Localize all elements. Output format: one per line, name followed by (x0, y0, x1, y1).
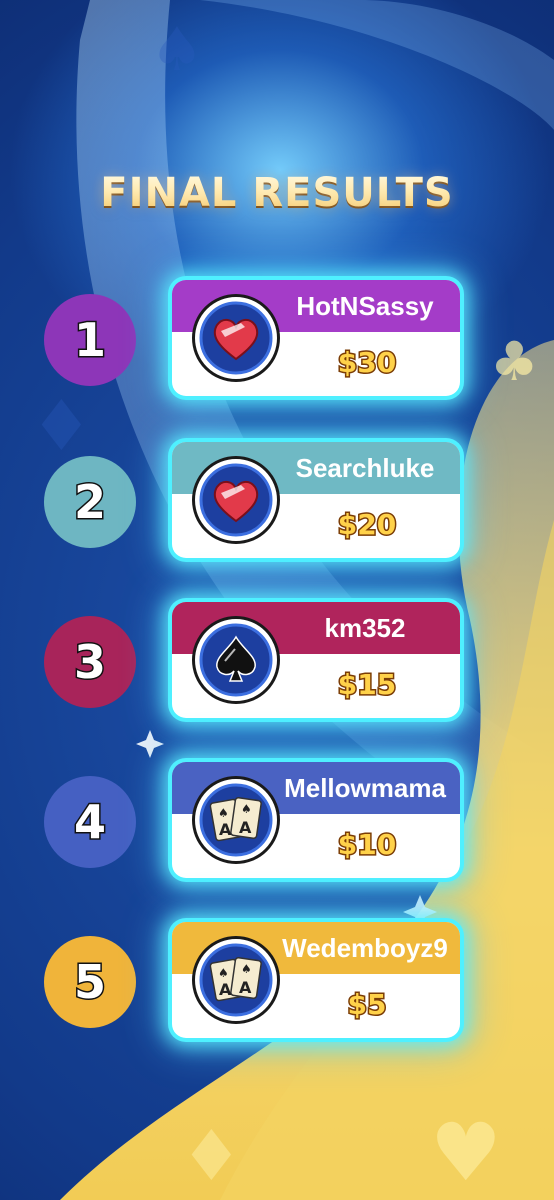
svg-text:♠: ♠ (150, 15, 204, 85)
heart-icon (199, 463, 273, 537)
heart-icon (199, 301, 273, 375)
prize-amount: $5 (346, 987, 388, 1023)
prize-amount: $10 (336, 827, 397, 863)
svg-text:A: A (239, 818, 252, 837)
svg-text:♠: ♠ (241, 962, 252, 976)
player-avatar: A A ♠ ♠ (192, 936, 280, 1024)
svg-text:A: A (239, 978, 252, 997)
player-name: HotNSassy (296, 291, 434, 321)
svg-text:♠: ♠ (241, 802, 252, 816)
result-card: km352 $15 (172, 602, 460, 718)
prize-amount: $15 (336, 667, 397, 703)
page-title: FINAL RESULTS (0, 170, 554, 216)
aces-cards-icon: A A ♠ ♠ (199, 943, 273, 1017)
svg-text:A: A (219, 820, 232, 839)
player-name: Mellowmama (284, 773, 446, 803)
svg-text:♦: ♦ (180, 1115, 243, 1197)
player-name: km352 (324, 613, 406, 643)
result-card: Mellowmama $10 A A ♠ ♠ (172, 762, 460, 878)
result-card: Wedemboyz9 $5 A A ♠ ♠ (172, 922, 460, 1038)
player-avatar: A A ♠ ♠ (192, 776, 280, 864)
rank-badge: 5 (44, 936, 136, 1028)
svg-text:A: A (219, 980, 232, 999)
rank-badge: 1 (44, 294, 136, 386)
svg-text:♠: ♠ (218, 806, 229, 820)
prize-amount: $30 (336, 345, 397, 381)
svg-text:♠: ♠ (218, 966, 229, 980)
player-name: Wedemboyz9 (282, 933, 448, 963)
svg-text:♥: ♥ (430, 1106, 502, 1199)
rank-badge: 3 (44, 616, 136, 708)
result-card: Searchluke $20 (172, 442, 460, 558)
prize-amount: $20 (336, 507, 397, 543)
rank-badge: 2 (44, 456, 136, 548)
player-avatar (192, 616, 280, 704)
player-name: Searchluke (295, 453, 435, 483)
svg-text:♦: ♦ (30, 385, 93, 467)
svg-text:♣: ♣ (490, 330, 538, 393)
player-avatar (192, 456, 280, 544)
aces-cards-icon: A A ♠ ♠ (199, 783, 273, 857)
player-avatar (192, 294, 280, 382)
rank-badge: 4 (44, 776, 136, 868)
spade-icon (199, 623, 273, 697)
result-card: HotNSassy $30 (172, 280, 460, 396)
